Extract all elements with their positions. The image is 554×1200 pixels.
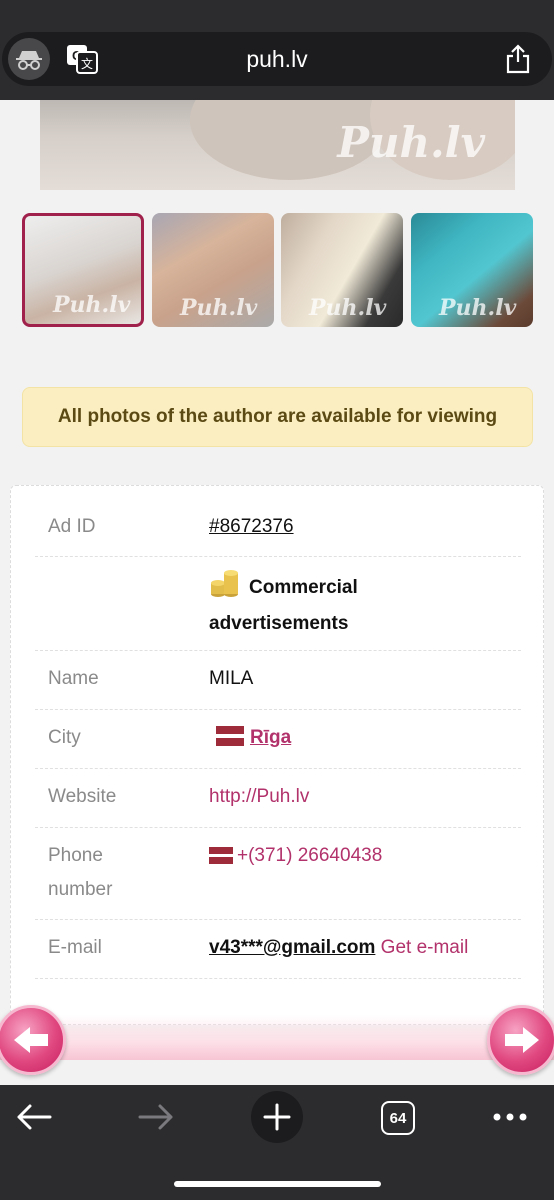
phone-label: Phone number [48,845,113,900]
browser-bottom-bar: 64 [0,1085,554,1200]
watermark: Puh.lv [439,295,517,321]
watermark: Puh.lv [337,118,485,167]
share-icon[interactable] [504,44,532,74]
nav-strip [0,1015,554,1060]
ad-id-value[interactable]: #8672376 [209,510,294,544]
more-dots-icon [493,1113,527,1121]
phone-link[interactable]: +(371) 26640438 [209,839,382,873]
watermark: Puh.lv [309,295,387,321]
row-name: Name MILA [35,651,521,710]
page-content: Puh.lv Puh.lv Puh.lv Puh.lv Puh.lv All p… [0,100,554,1085]
forward-button[interactable] [136,1097,176,1137]
thumbnail-strip: Puh.lv Puh.lv Puh.lv Puh.lv [22,213,534,329]
name-value: MILA [209,668,254,689]
name-label: Name [48,668,99,689]
phone-value[interactable]: +(371) 26640438 [237,845,382,866]
main-photo[interactable]: Puh.lv [40,100,515,190]
plus-icon [263,1103,291,1131]
thumbnail-2[interactable]: Puh.lv [152,213,274,327]
back-button[interactable] [14,1097,54,1137]
thumbnail-4[interactable]: Puh.lv [411,213,533,327]
watermark: Puh.lv [53,292,131,318]
photos-notice: All photos of the author are available f… [22,387,533,447]
watermark: Puh.lv [180,295,258,321]
tab-switcher-button[interactable]: 64 [381,1101,415,1135]
ad-id-label: Ad ID [48,516,96,537]
previous-arrow-button[interactable] [0,1005,66,1075]
back-arrow-icon [17,1104,52,1130]
row-email: E-mail v43***@gmail.com Get e-mail [35,920,521,979]
arrow-left-icon [14,1027,48,1053]
website-link[interactable]: http://Puh.lv [209,780,309,814]
website-label: Website [48,786,117,807]
coins-icon [211,570,238,597]
next-arrow-button[interactable] [487,1005,554,1075]
more-button[interactable] [490,1097,530,1137]
category: Commercial advertisements [209,567,409,642]
new-tab-button[interactable] [251,1091,303,1143]
home-indicator [174,1181,381,1187]
url-text[interactable]: puh.lv [2,46,552,73]
arrow-right-icon [505,1027,539,1053]
city-label: City [48,727,81,748]
email-label: E-mail [48,937,102,958]
thumbnail-3[interactable]: Puh.lv [281,213,403,327]
row-ad-id: Ad ID #8672376 [35,504,521,557]
address-bar[interactable]: G 文 puh.lv [2,32,552,86]
get-email-link[interactable]: Get e-mail [381,937,469,958]
city-link[interactable]: Rīga [250,727,291,748]
city-value[interactable]: Rīga [216,721,291,755]
thumbnail-1[interactable]: Puh.lv [22,213,144,327]
email-value-group: v43***@gmail.com Get e-mail [209,931,468,965]
row-phone: Phone number +(371) 26640438 [35,828,521,920]
row-website: Website http://Puh.lv [35,769,521,828]
row-category: Commercial advertisements [35,557,521,651]
row-city: City Rīga [35,710,521,769]
browser-top-bar: G 文 puh.lv [0,0,554,100]
email-value: v43***@gmail.com [209,937,376,958]
ad-details-card: Ad ID #8672376 Commercial advertisements… [10,485,544,1025]
forward-arrow-icon [138,1104,173,1130]
latvia-flag-icon [209,847,233,864]
latvia-flag-icon [216,726,244,746]
